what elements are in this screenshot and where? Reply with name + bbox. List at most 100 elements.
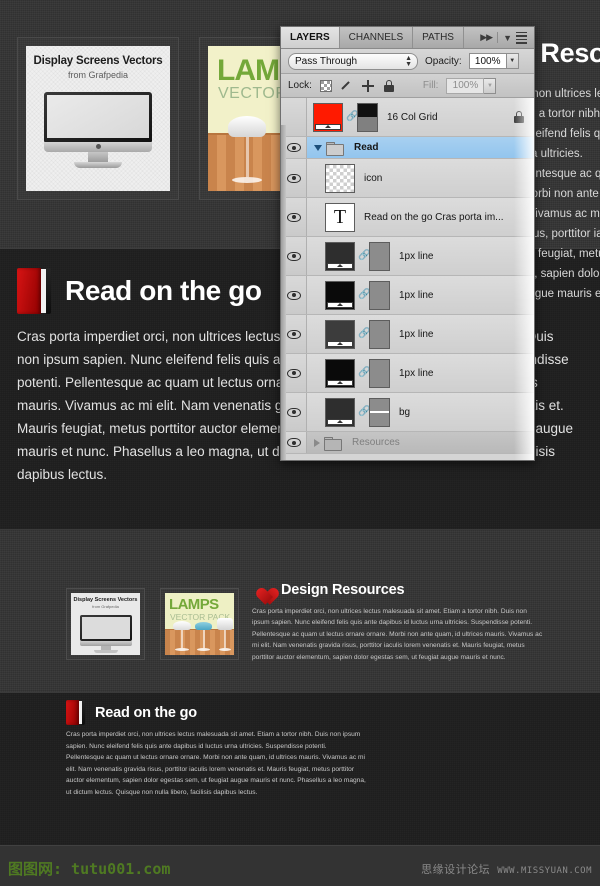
layer-thumbnail [325, 241, 355, 271]
layer-thumbnail [325, 319, 355, 349]
layer-mask-thumbnail [369, 280, 390, 310]
link-icon: 🔗 [358, 406, 371, 417]
layer-thumbnail [313, 102, 343, 132]
fill-label: Fill: [422, 80, 439, 91]
layer-name[interactable]: 1px line [390, 368, 433, 379]
resources-section-header: Design Resources [252, 581, 405, 599]
read-section-2-title: Read on the go [95, 704, 197, 721]
layer-thumbnails: 🔗 [307, 280, 390, 310]
group-expand-triangle-icon[interactable] [314, 144, 322, 151]
tab-paths[interactable]: PATHS [413, 27, 464, 48]
layer-mask-thumbnail [369, 319, 390, 349]
watermark-left: 图图网: tutu001.com [8, 860, 171, 878]
lock-all-icon[interactable] [383, 79, 395, 92]
heart-icon [252, 581, 272, 599]
tab-layers[interactable]: LAYERS [281, 27, 340, 48]
display-screens-card: Display Screens Vectors from Grafpedia [26, 46, 170, 191]
layer-mask-thumbnail [369, 241, 390, 271]
folder-icon [326, 141, 344, 156]
resources-thumb-display-screens[interactable]: Display Screens Vectors from Grafpedia [66, 588, 145, 660]
mini-display-screens-title: Display Screens Vectors [73, 597, 138, 603]
resources-thumb-lamps-vector-pack[interactable]: LAMPS VECTOR PACK [160, 588, 239, 660]
chevron-down-icon[interactable]: ▼ [503, 33, 512, 43]
layer-mask-thumbnail [369, 358, 390, 388]
layer-row-1px-line[interactable]: 🔗 1px line [281, 315, 534, 354]
watermark-right-cn: 思缘设计论坛 [421, 863, 491, 876]
layer-name[interactable]: Read [342, 142, 378, 153]
lock-row: Lock: Fill: 100% ▼ [281, 74, 534, 98]
layer-thumbnail [325, 280, 355, 310]
layers-list[interactable]: 🔗 16 Col Grid Read icon T Read on the go… [281, 98, 534, 460]
panel-right-fade [514, 98, 534, 460]
folder-icon [324, 436, 342, 451]
layer-name[interactable]: 1px line [390, 251, 433, 262]
layer-thumbnails: 🔗 [307, 358, 390, 388]
mini-display-screens-card: Display Screens Vectors from Grafpedia [71, 593, 140, 655]
fill-dropdown-icon[interactable]: ▼ [484, 77, 497, 94]
layer-thumbnails: T [307, 202, 355, 232]
read-section-2-body: Cras porta imperdiet orci, non ultrices … [66, 731, 366, 796]
layer-name[interactable]: 16 Col Grid [378, 112, 438, 123]
panel-menu-icon[interactable] [516, 31, 527, 44]
mini-lamps-title: LAMPS [169, 596, 219, 613]
lock-icon-group [319, 79, 395, 92]
photoshop-layers-panel[interactable]: LAYERS CHANNELS PATHS ▶▶ ▼ Pass Through … [280, 26, 535, 461]
resources-section-title: Design Resources [281, 582, 405, 598]
layer-thumbnails: 🔗 [307, 397, 390, 427]
group-collapse-triangle-icon[interactable] [314, 438, 320, 447]
layer-row-16-col-grid[interactable]: 🔗 16 Col Grid [281, 98, 534, 137]
layer-name[interactable]: 1px line [390, 329, 433, 340]
type-layer-thumbnail: T [325, 202, 355, 232]
mini-lamps-card: LAMPS VECTOR PACK [165, 593, 234, 655]
layer-thumbnail [325, 358, 355, 388]
panel-tab-bar: LAYERS CHANNELS PATHS ▶▶ ▼ [281, 27, 534, 49]
fill-field-group[interactable]: 100% ▼ [446, 77, 497, 94]
layer-row-resources-group[interactable]: Resources [281, 432, 534, 454]
lock-image-brush-icon[interactable] [341, 80, 353, 92]
read-section-2-header: Read on the go [66, 700, 197, 725]
opacity-label: Opacity: [425, 55, 462, 67]
lock-position-move-icon[interactable] [361, 79, 374, 92]
tab-channels[interactable]: CHANNELS [340, 27, 414, 48]
eye-icon [286, 407, 301, 417]
layer-name[interactable]: icon [355, 173, 382, 184]
opacity-dropdown-icon[interactable]: ▼ [506, 53, 519, 69]
imac-illustration [44, 92, 152, 168]
eye-icon [286, 368, 301, 378]
layer-row-text[interactable]: T Read on the go Cras porta im... [281, 198, 534, 237]
layer-thumbnail [325, 397, 355, 427]
mini-display-screens-subtitle: from Grafpedia [92, 604, 119, 609]
display-screens-subtitle: from Grafpedia [67, 70, 129, 80]
layer-name[interactable]: 1px line [390, 290, 433, 301]
read-section-header: Read on the go [17, 268, 262, 314]
layer-mask-thumbnail [369, 397, 390, 427]
layer-name[interactable]: Resources [340, 437, 400, 448]
fill-value[interactable]: 100% [446, 77, 485, 94]
watermark-right-url: WWW.MISSYUAN.COM [497, 866, 592, 876]
layer-row-read-group[interactable]: Read [281, 137, 534, 159]
panel-tab-icons: ▶▶ ▼ [480, 27, 534, 48]
layer-row-1px-line[interactable]: 🔗 1px line [281, 237, 534, 276]
double-arrow-icon[interactable]: ▶▶ [480, 32, 493, 43]
layer-row-icon[interactable]: icon [281, 159, 534, 198]
layer-row-1px-line[interactable]: 🔗 1px line [281, 354, 534, 393]
blend-mode-select[interactable]: Pass Through ▲ ▼ [288, 52, 418, 70]
mini-lamp-tall [217, 618, 233, 651]
eye-icon [286, 173, 301, 183]
link-icon: 🔗 [358, 328, 371, 339]
layer-thumbnails [307, 163, 355, 193]
book-icon [17, 268, 51, 314]
layer-name[interactable]: Read on the go Cras porta im... [355, 212, 504, 223]
eye-icon [286, 329, 301, 339]
layer-mask-thumbnail [357, 102, 378, 132]
layer-name[interactable]: bg [390, 407, 410, 418]
display-screens-title: Display Screens Vectors [33, 55, 163, 67]
lock-transparency-icon[interactable] [319, 79, 332, 92]
book-icon-small [66, 700, 85, 725]
opacity-field-group[interactable]: 100% ▼ [468, 53, 519, 69]
layer-row-1px-line[interactable]: 🔗 1px line [281, 276, 534, 315]
opacity-value[interactable]: 100% [468, 53, 507, 69]
hero-thumb-display-screens[interactable]: Display Screens Vectors from Grafpedia [17, 37, 179, 200]
layer-row-bg[interactable]: 🔗 bg [281, 393, 534, 432]
lock-label: Lock: [288, 80, 312, 91]
